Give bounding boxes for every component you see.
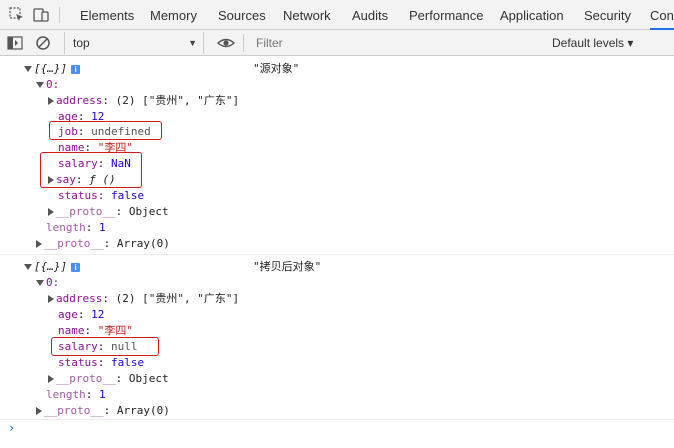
array-header[interactable]: [{…}] i <box>24 61 81 77</box>
index-row[interactable]: 0: <box>36 275 59 291</box>
chevron-down-icon: ▼ <box>188 38 197 48</box>
highlight-box-salary <box>51 337 159 356</box>
filter-input[interactable] <box>250 33 545 53</box>
info-icon[interactable]: i <box>71 64 81 74</box>
tab-performance[interactable]: Performance <box>409 0 483 30</box>
sidebar-toggle-icon[interactable] <box>6 34 24 52</box>
live-expression-eye-icon[interactable] <box>216 34 236 57</box>
prop-address[interactable]: address: (2) ["贵州", "广东"] <box>48 291 239 307</box>
toolbar-separator <box>59 7 60 23</box>
prop-proto[interactable]: __proto__: Object <box>48 204 169 220</box>
expand-down-icon <box>24 66 32 72</box>
highlight-box-salary-say <box>40 152 142 188</box>
info-icon[interactable]: i <box>71 262 81 272</box>
prop-array-proto[interactable]: __proto__: Array(0) <box>36 403 170 419</box>
console-toolbar: top ▼ Default levels ▾ <box>0 30 674 56</box>
log-label: "源对象" <box>253 62 300 75</box>
tab-network[interactable]: Network <box>283 0 331 30</box>
prop-array-proto[interactable]: __proto__: Array(0) <box>36 236 170 252</box>
prop-age: age: 12 <box>58 308 105 321</box>
tab-elements[interactable]: Elements <box>80 0 134 30</box>
log-levels-dropdown[interactable]: Default levels ▾ <box>552 33 633 53</box>
tab-memory[interactable]: Memory <box>150 0 197 30</box>
console-prompt-icon[interactable]: › <box>8 421 15 435</box>
expand-right-icon <box>48 208 54 216</box>
toolbar-separator <box>243 34 244 52</box>
expand-right-icon <box>48 375 54 383</box>
prop-proto[interactable]: __proto__: Object <box>48 371 169 387</box>
tab-audits[interactable]: Audits <box>352 0 388 30</box>
expand-right-icon <box>36 407 42 415</box>
expand-down-icon <box>36 280 44 286</box>
prop-status: status: false <box>58 356 145 369</box>
device-toolbar-icon[interactable] <box>32 6 50 24</box>
log-label: "拷贝后对象" <box>253 260 322 273</box>
tab-application[interactable]: Application <box>500 0 564 30</box>
message-divider <box>0 254 674 255</box>
prop-address[interactable]: address: (2) ["贵州", "广东"] <box>48 93 239 109</box>
expand-right-icon <box>48 295 54 303</box>
expand-right-icon <box>36 240 42 248</box>
index-row[interactable]: 0: <box>36 77 59 93</box>
tab-console[interactable]: Cons <box>650 0 674 30</box>
tab-security[interactable]: Security <box>584 0 631 30</box>
prop-length: length: 1 <box>46 388 106 401</box>
context-selector-value: top <box>73 36 90 50</box>
array-header[interactable]: [{…}] i <box>24 259 81 275</box>
tab-sources[interactable]: Sources <box>218 0 266 30</box>
clear-console-icon[interactable] <box>34 34 52 52</box>
highlight-box-job <box>49 121 162 140</box>
expand-down-icon <box>36 82 44 88</box>
prop-status: status: false <box>58 189 145 202</box>
prop-length: length: 1 <box>46 221 106 234</box>
expand-down-icon <box>24 264 32 270</box>
context-selector[interactable]: top ▼ <box>64 32 204 54</box>
expand-right-icon <box>48 97 54 105</box>
devtools-tab-bar: Elements Memory Sources Network Audits P… <box>0 0 674 30</box>
message-divider <box>0 419 674 420</box>
inspect-element-icon[interactable] <box>8 6 26 24</box>
